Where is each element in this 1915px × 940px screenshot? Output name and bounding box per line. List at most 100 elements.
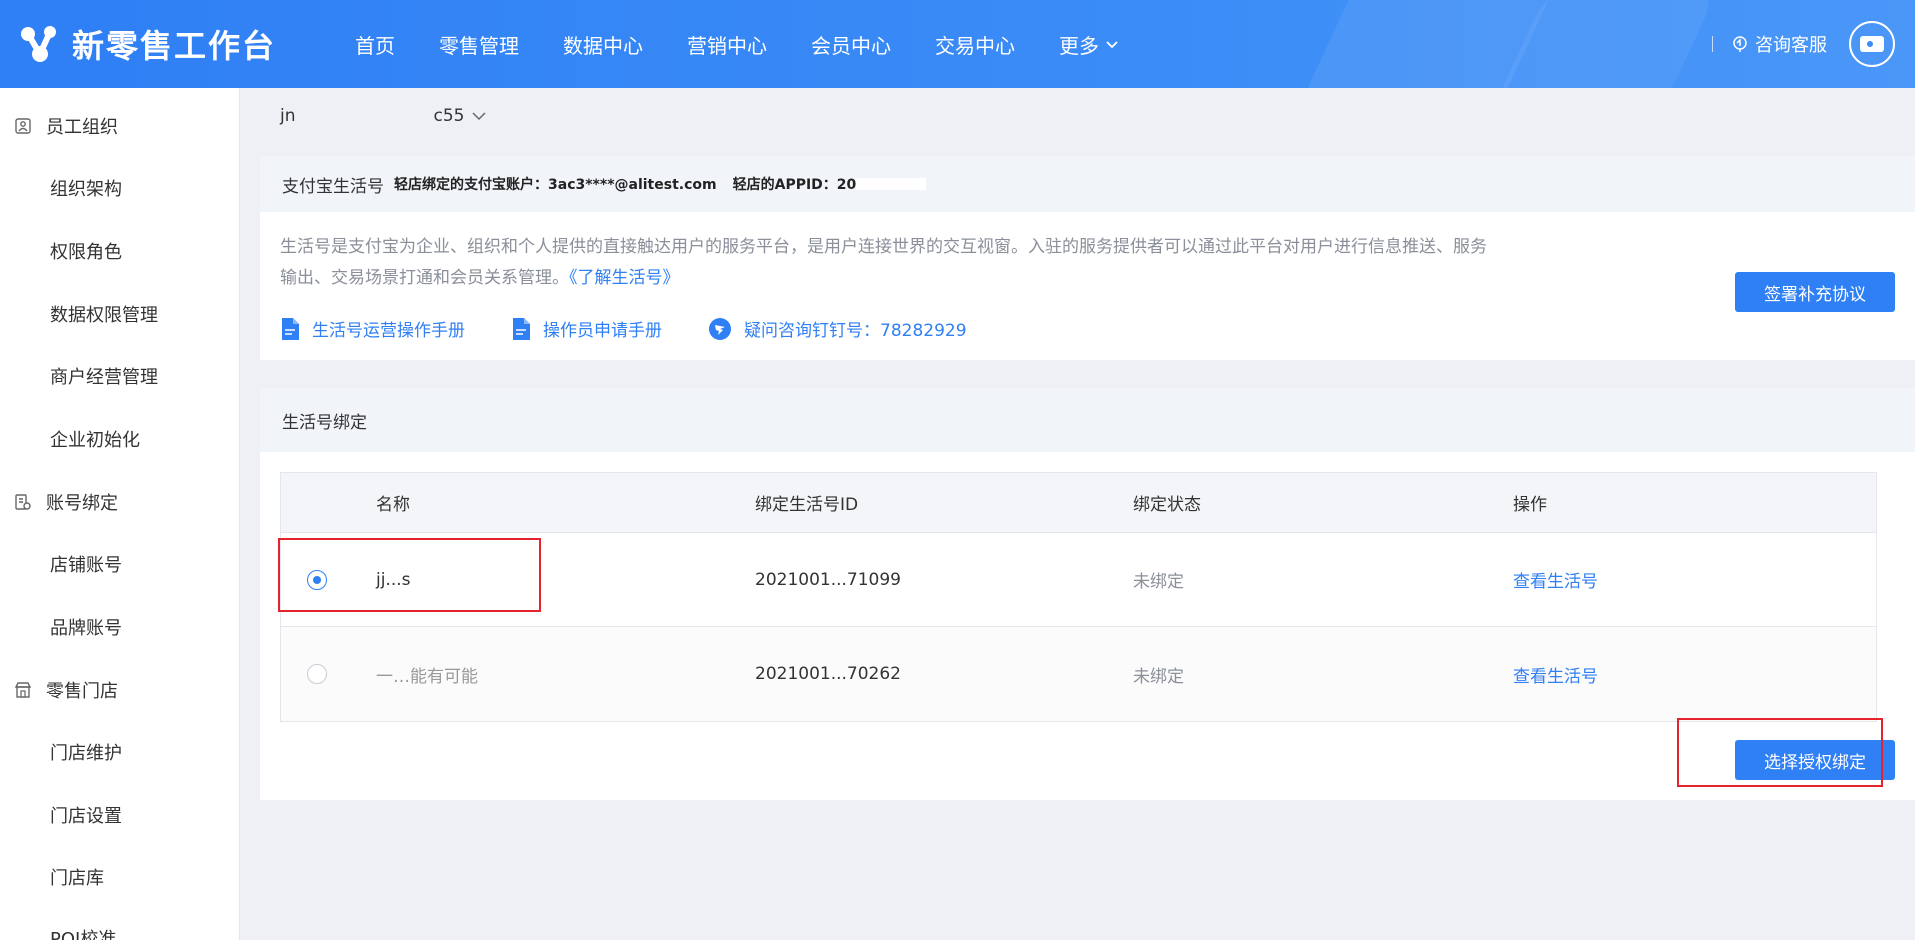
sidebar-item-brand-account[interactable]: 品牌账号 xyxy=(0,607,240,647)
radio-unselected[interactable] xyxy=(307,664,327,684)
sidebar-group-label: 员工组织 xyxy=(46,117,118,138)
description: 生活号是支付宝为企业、组织和个人提供的直接触达用户的服务平台，是用户连接世界的交… xyxy=(280,232,1500,294)
store-icon xyxy=(14,682,32,698)
nav-label: 更多 xyxy=(1059,33,1099,58)
info-card-title: 支付宝生活号 xyxy=(282,176,384,197)
sidebar-item-data-permission[interactable]: 数据权限管理 xyxy=(0,294,240,334)
sidebar-group-account[interactable]: 账号绑定 xyxy=(0,482,240,522)
redaction xyxy=(856,178,927,190)
ops-manual-link[interactable]: 生活号运营操作手册 xyxy=(280,316,465,341)
link-label: 疑问咨询钉钉号：78282929 xyxy=(744,321,967,341)
sidebar-group-staff[interactable]: 员工组织 xyxy=(0,106,240,146)
divider xyxy=(1712,36,1713,52)
sidebar-item-label: 店铺账号 xyxy=(50,555,122,576)
sidebar-group-label: 零售门店 xyxy=(46,681,118,702)
sidebar-item-label: 权限角色 xyxy=(50,242,122,263)
sidebar-item-label: POI校准 xyxy=(50,929,117,940)
column-header: 绑定状态 xyxy=(1133,495,1201,515)
nav-data-center[interactable]: 数据中心 xyxy=(563,30,643,59)
link-label: 操作员申请手册 xyxy=(543,321,662,341)
sidebar-item-shop-account[interactable]: 店铺账号 xyxy=(0,544,240,584)
logo-text: 新零售工作台 xyxy=(72,27,277,65)
sidebar-item-label: 商户经营管理 xyxy=(50,367,158,388)
nav-label: 会员中心 xyxy=(811,33,891,58)
account-bind-icon xyxy=(15,494,31,510)
nav-label: 数据中心 xyxy=(563,33,643,58)
sidebar: 员工组织 组织架构 权限角色 数据权限管理 商户经营管理 企业初始化 账号绑定 … xyxy=(0,88,240,940)
view-lifeno-link[interactable]: 查看生活号 xyxy=(1513,627,1598,721)
highlight-box-button xyxy=(1677,718,1883,787)
row-status: 未绑定 xyxy=(1133,572,1184,592)
sidebar-item-store-settings[interactable]: 门店设置 xyxy=(0,795,240,835)
store-name-suffix: c55 xyxy=(433,106,465,126)
table-header: 名称 绑定生活号ID 绑定状态 操作 xyxy=(281,473,1876,533)
sidebar-group-store[interactable]: 零售门店 xyxy=(0,670,240,710)
help-links: 生活号运营操作手册 操作员申请手册 疑问咨询钉钉号：78282929 xyxy=(280,316,1013,341)
bind-card-body: 名称 绑定生活号ID 绑定状态 操作 jj...s 2021001...7109… xyxy=(260,452,1915,800)
row-lifeno-id: 2021001...71099 xyxy=(755,569,902,590)
dingtalk-contact-link[interactable]: 疑问咨询钉钉号：78282929 xyxy=(708,316,967,341)
document-icon xyxy=(513,317,530,340)
learn-more-link[interactable]: 《了解生活号》 xyxy=(569,268,680,288)
nav-label: 营销中心 xyxy=(687,33,767,58)
sidebar-item-merchant[interactable]: 商户经营管理 xyxy=(0,356,240,396)
nav-trade[interactable]: 交易中心 xyxy=(935,30,1015,59)
header-right: 咨询客服 xyxy=(1712,0,1915,88)
nav-marketing[interactable]: 营销中心 xyxy=(687,30,767,59)
store-selector[interactable]: jn c55 xyxy=(280,106,488,126)
row-name: 一…能有可能 xyxy=(376,666,478,687)
nav-member[interactable]: 会员中心 xyxy=(811,30,891,59)
main-content: jn c55 支付宝生活号 轻店绑定的支付宝账户：3ac3****@alites… xyxy=(240,88,1915,940)
highlight-box-row xyxy=(278,538,541,612)
sidebar-item-store-maintain[interactable]: 门店维护 xyxy=(0,732,240,772)
nav-label: 零售管理 xyxy=(439,33,519,58)
column-header: 名称 xyxy=(376,495,410,515)
sidebar-item-label: 门店维护 xyxy=(50,743,122,764)
nav-retail[interactable]: 零售管理 xyxy=(439,30,519,59)
sidebar-item-poi[interactable]: POI校准 xyxy=(0,918,240,940)
bind-card-header: 生活号绑定 xyxy=(260,388,1915,452)
appid-text: 轻店的APPID：20 xyxy=(732,177,857,193)
alipay-account-text: 轻店绑定的支付宝账户：3ac3****@alitest.com xyxy=(394,177,717,193)
table-row[interactable]: 一…能有可能 2021001...70262 未绑定 查看生活号 xyxy=(281,627,1876,721)
row-radio[interactable] xyxy=(307,627,327,721)
main-nav: 首页 零售管理 数据中心 营销中心 会员中心 交易中心 更多 xyxy=(355,0,1163,88)
sidebar-item-roles[interactable]: 权限角色 xyxy=(0,231,240,271)
avatar[interactable] xyxy=(1849,21,1895,67)
sidebar-item-store-library[interactable]: 门店库 xyxy=(0,857,240,897)
column-header: 操作 xyxy=(1513,495,1547,515)
top-header: 新零售工作台 首页 零售管理 数据中心 营销中心 会员中心 交易中心 更多 咨询… xyxy=(0,0,1915,88)
nav-home[interactable]: 首页 xyxy=(355,30,395,59)
sidebar-item-label: 数据权限管理 xyxy=(50,305,158,326)
nav-label: 交易中心 xyxy=(935,33,1015,58)
column-header: 绑定生活号ID xyxy=(755,495,859,515)
customer-service-label: 咨询客服 xyxy=(1755,35,1827,56)
document-icon xyxy=(282,317,299,340)
nav-label: 首页 xyxy=(355,33,395,58)
sidebar-item-org[interactable]: 组织架构 xyxy=(0,168,240,208)
sidebar-item-label: 品牌账号 xyxy=(50,618,122,639)
operator-manual-link[interactable]: 操作员申请手册 xyxy=(511,316,662,341)
sidebar-item-enterprise-init[interactable]: 企业初始化 xyxy=(0,419,240,459)
sign-agreement-button[interactable]: 签署补充协议 xyxy=(1735,272,1895,312)
view-lifeno-link[interactable]: 查看生活号 xyxy=(1513,533,1598,626)
store-name-prefix: jn xyxy=(280,106,296,126)
sidebar-group-label: 账号绑定 xyxy=(46,493,118,514)
nav-more[interactable]: 更多 xyxy=(1059,30,1119,59)
user-avatar-icon xyxy=(1860,36,1884,52)
dingtalk-icon xyxy=(709,317,731,340)
redaction xyxy=(299,109,430,123)
sidebar-item-label: 门店库 xyxy=(50,868,104,889)
customer-service-link[interactable]: 咨询客服 xyxy=(1731,31,1827,57)
bind-card-title: 生活号绑定 xyxy=(282,412,367,433)
chevron-down-icon xyxy=(472,112,487,121)
headset-icon xyxy=(1733,36,1747,52)
user-card-icon xyxy=(15,118,31,134)
logo-icon xyxy=(21,26,56,62)
link-label: 生活号运营操作手册 xyxy=(312,321,465,341)
logo[interactable]: 新零售工作台 xyxy=(20,22,276,66)
sidebar-item-label: 企业初始化 xyxy=(50,430,140,451)
row-status: 未绑定 xyxy=(1133,666,1184,687)
row-lifeno-id: 2021001...70262 xyxy=(755,664,902,684)
info-card-header: 支付宝生活号 轻店绑定的支付宝账户：3ac3****@alitest.com 轻… xyxy=(260,156,1915,212)
